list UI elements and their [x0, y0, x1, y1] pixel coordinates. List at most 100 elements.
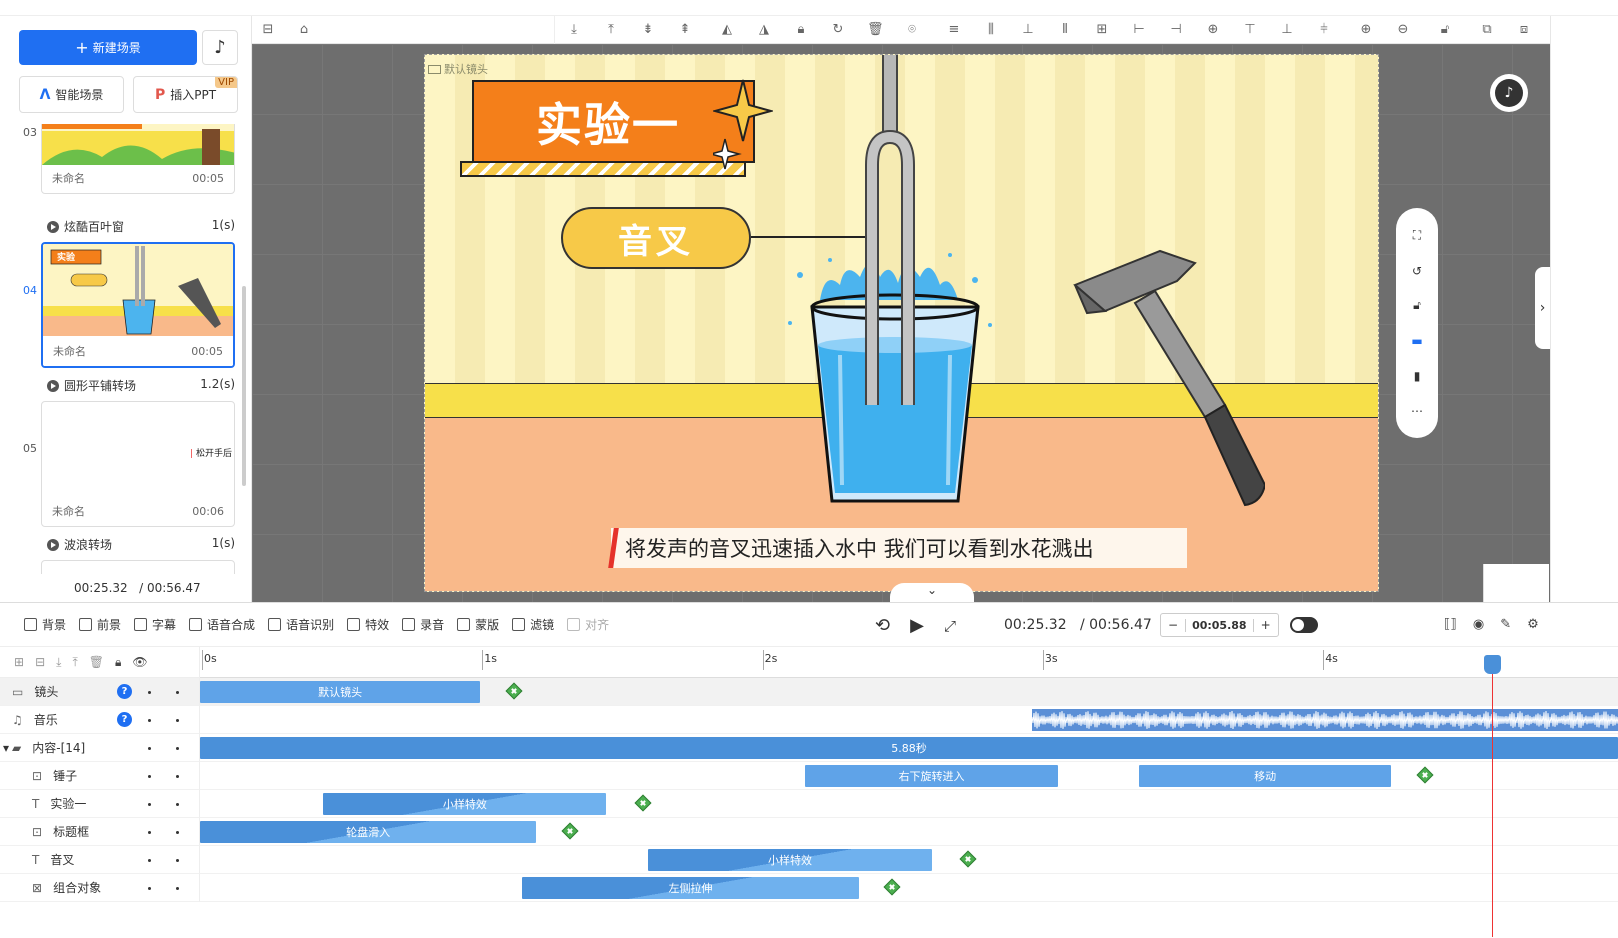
zoom-value[interactable]: 00:05.88: [1185, 618, 1254, 632]
track-option-dot[interactable]: [148, 775, 151, 778]
track-option-dot[interactable]: [148, 719, 151, 722]
unlock-icon[interactable]: 🔓︎: [1409, 298, 1425, 314]
add-keyframe-icon[interactable]: [505, 682, 523, 700]
track-header[interactable]: T 音叉: [0, 846, 200, 874]
focus-icon[interactable]: ⌾: [904, 22, 920, 38]
track-option-dot[interactable]: [176, 859, 179, 862]
help-icon[interactable]: ?: [117, 684, 132, 699]
align-middle-icon[interactable]: ⊞: [1094, 22, 1110, 38]
move-up-icon[interactable]: ⇞: [677, 22, 693, 38]
edit-icon[interactable]: ✎: [1500, 617, 1511, 632]
tool-mask[interactable]: 蒙版: [457, 616, 499, 633]
align-bottom-icon[interactable]: ⊥: [1020, 22, 1036, 38]
help-icon[interactable]: ?: [117, 712, 132, 727]
track-option-dot[interactable]: [148, 887, 151, 890]
fullscreen-icon[interactable]: ⤢: [944, 617, 956, 635]
align-vcenter-icon[interactable]: ⊕: [1205, 22, 1221, 38]
tool-filter[interactable]: 滤镜: [512, 616, 554, 633]
more-icon[interactable]: ⋯: [1409, 403, 1425, 419]
scene-card[interactable]: 未命名 00:05: [41, 124, 235, 194]
move-to-bottom-icon[interactable]: ⤓: [566, 22, 582, 38]
flip-horizontal-icon[interactable]: ◭: [719, 22, 735, 38]
camera-icon[interactable]: ◉: [1473, 617, 1484, 632]
smart-scene-button[interactable]: ᐱ 智能场景: [19, 76, 124, 113]
animation-clip[interactable]: 左侧拉伸: [522, 877, 859, 899]
tool-asr[interactable]: 语音识别: [268, 616, 334, 633]
tuning-fork-glass-illustration[interactable]: [780, 54, 1000, 515]
copy-icon[interactable]: ⧉: [1479, 22, 1495, 38]
background-music-button[interactable]: ♪: [1490, 74, 1528, 112]
track-header[interactable]: ⊡ 锤子: [0, 762, 200, 790]
animation-clip[interactable]: 默认镜头: [200, 681, 481, 703]
subtitle-text[interactable]: 将发声的音叉迅速插入水中 我们可以看到水花溅出: [611, 528, 1187, 568]
track-row[interactable]: 小样特效: [200, 846, 1618, 874]
tuning-fork-label[interactable]: 音叉: [561, 207, 751, 269]
track-option-dot[interactable]: [176, 803, 179, 806]
hammer-illustration[interactable]: [1065, 245, 1265, 525]
move-down-icon[interactable]: ⤓: [56, 655, 61, 670]
add-keyframe-icon[interactable]: [959, 850, 977, 868]
paste-icon[interactable]: ⧈: [1516, 22, 1532, 38]
snap-toggle[interactable]: [1290, 617, 1318, 633]
distribute-icon[interactable]: ⦀: [1057, 22, 1073, 38]
preview-thumbnail[interactable]: [1483, 564, 1549, 602]
flip-vertical-icon[interactable]: ◮: [756, 22, 772, 38]
track-option-dot[interactable]: [176, 831, 179, 834]
track-row[interactable]: 小样特效: [200, 790, 1618, 818]
animation-clip[interactable]: 移动: [1139, 765, 1392, 787]
track-header[interactable]: T 实验一: [0, 790, 200, 818]
track-header[interactable]: ▭ 镜头?: [0, 678, 200, 706]
add-folder-icon[interactable]: ⊞: [14, 655, 24, 669]
track-row[interactable]: 右下旋转进入 移动: [200, 762, 1618, 790]
track-option-dot[interactable]: [176, 747, 179, 750]
align-top-icon[interactable]: ⊤: [1242, 22, 1258, 38]
zoom-out-icon[interactable]: ⊖: [1395, 22, 1411, 38]
track-option-dot[interactable]: [176, 775, 179, 778]
rotate-lock-icon[interactable]: ↺: [1409, 263, 1425, 279]
landscape-screen-icon[interactable]: ▬: [1409, 333, 1425, 349]
zoom-in-icon[interactable]: ⊕: [1358, 22, 1374, 38]
fit-icon[interactable]: ⟦⟧: [1444, 617, 1457, 632]
lock-icon[interactable]: 🔒︎: [115, 655, 121, 670]
align-justify-icon[interactable]: ⊣: [1168, 22, 1184, 38]
track-option-dot[interactable]: [148, 831, 151, 834]
delete-icon[interactable]: 🗑︎: [89, 655, 104, 669]
track-row[interactable]: [200, 706, 1618, 734]
expand-caret-icon[interactable]: ▾: [3, 741, 9, 755]
playhead-handle[interactable]: [1484, 655, 1501, 674]
track-row[interactable]: 默认镜头: [200, 678, 1618, 706]
new-folder-icon[interactable]: ⊟: [35, 655, 45, 669]
track-option-dot[interactable]: [176, 719, 179, 722]
scene-transition[interactable]: 波浪转场 1(s): [47, 536, 235, 553]
delete-icon[interactable]: 🗑︎: [867, 22, 884, 38]
add-keyframe-icon[interactable]: [634, 794, 652, 812]
scene-music-button[interactable]: ♪: [202, 30, 238, 65]
audio-waveform[interactable]: [1032, 709, 1618, 731]
stage-canvas[interactable]: 默认镜头 实验一 音叉 将发声的音叉迅速插入水中 我们可以看到水花溅出: [424, 54, 1379, 592]
animation-clip[interactable]: 小样特效: [323, 793, 607, 815]
add-keyframe-icon[interactable]: [883, 878, 901, 896]
add-keyframe-icon[interactable]: [1416, 766, 1434, 784]
track-option-dot[interactable]: [176, 691, 179, 694]
animation-clip[interactable]: 5.88秒: [200, 737, 1618, 759]
scene-card-selected[interactable]: 实验 未命名 00:05: [41, 242, 235, 368]
scene-transition[interactable]: 炫酷百叶窗 1(s): [47, 218, 235, 235]
scene-transition[interactable]: 圆形平铺转场 1.2(s): [47, 377, 235, 394]
zoom-minus-button[interactable]: −: [1161, 618, 1185, 632]
track-header[interactable]: ⊠ 组合对象: [0, 874, 200, 902]
rotate-icon[interactable]: ↻: [830, 22, 846, 38]
new-scene-button[interactable]: + 新建场景: [19, 30, 197, 65]
fit-screen-icon[interactable]: ⛶: [1409, 228, 1425, 244]
track-row[interactable]: 5.88秒: [200, 734, 1618, 762]
portrait-screen-icon[interactable]: ▮: [1409, 368, 1425, 384]
move-to-top-icon[interactable]: ⤒: [603, 22, 619, 38]
track-header[interactable]: ⊡ 标题框: [0, 818, 200, 846]
animation-clip[interactable]: 右下旋转进入: [805, 765, 1058, 787]
track-row[interactable]: 左侧拉伸: [200, 874, 1618, 902]
animation-clip[interactable]: 轮盘滑入: [200, 821, 537, 843]
sidebar-scrollbar[interactable]: [242, 286, 246, 486]
scene-card[interactable]: [41, 560, 235, 574]
tool-background[interactable]: 背景: [24, 616, 66, 633]
timeline-ruler[interactable]: 0s 1s 2s 3s 4s: [200, 647, 1618, 678]
add-keyframe-icon[interactable]: [561, 822, 579, 840]
